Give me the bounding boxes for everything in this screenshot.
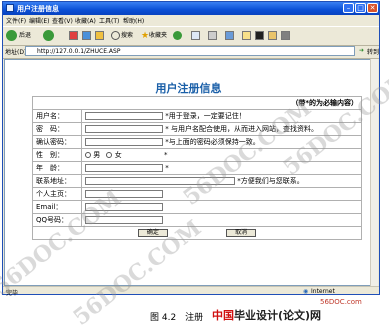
form-row-age: 年 龄： * (32, 161, 362, 175)
gender-male-label: 男 (93, 151, 101, 159)
status-text: 完毕 (6, 290, 19, 297)
username-input[interactable] (85, 112, 163, 120)
menu-tools[interactable]: 工具(T) (99, 16, 119, 25)
ie-icon (6, 4, 14, 12)
back-icon[interactable] (6, 30, 17, 41)
address-bar: 地址(D) http://127.0.0.1/ZHUCE.ASP ➜ 转到 (3, 45, 379, 59)
forward-icon[interactable] (43, 30, 54, 41)
go-button[interactable]: 转到 (367, 47, 379, 56)
go-arrow-icon[interactable]: ➜ (359, 47, 364, 54)
register-form: （带*的为必输内容） 用户名： *用于登录，一定要记住！ 密 码： * 与用户名… (32, 96, 362, 240)
confirm-password-label: 确认密码： (32, 135, 82, 149)
age-input[interactable] (85, 164, 163, 172)
refresh-icon[interactable] (82, 31, 91, 40)
form-row-gender: 性 别： 男 女 * (32, 148, 362, 162)
email-label: Email： (32, 200, 82, 214)
zone-label: Internet (311, 288, 335, 295)
address-field-label: 联系地址： (32, 174, 82, 188)
page-title: 用户注册信息 (155, 82, 222, 95)
internet-zone-icon: ◉ (303, 288, 309, 295)
password-note: * 与用户名配合使用，从而进入网站，查找资料。 (165, 125, 318, 133)
form-row-username: 用户名： *用于登录，一定要记住！ (32, 109, 362, 123)
figure-caption: 图 4.2 注册 (150, 313, 204, 323)
form-row-qq: QQ号码： (32, 213, 362, 227)
media-icon[interactable] (255, 31, 264, 40)
star-icon[interactable]: ★ (141, 30, 149, 42)
cancel-button[interactable]: 取消 (226, 229, 257, 237)
homepage-input[interactable] (85, 190, 163, 198)
confirm-password-note: *与上面的密码必须保持一致。 (165, 138, 260, 146)
minimize-button[interactable]: – (343, 3, 354, 13)
gender-female-label: 女 (114, 151, 122, 159)
vertical-scrollbar[interactable] (370, 59, 378, 286)
mail-icon[interactable] (191, 31, 200, 40)
confirm-password-input[interactable] (85, 138, 163, 146)
browser-window: 用户注册信息 – □ ✕ 文件(F) 编辑(E) 查看(V) 收藏(A) 工具(… (2, 1, 380, 297)
print-icon[interactable] (208, 31, 217, 40)
email-input[interactable] (85, 203, 163, 211)
logo-text: 毕业设计(论文)网 (234, 309, 322, 322)
homepage-label: 个人主页： (32, 187, 82, 201)
form-header-row: （带*的为必输内容） (32, 96, 362, 110)
menu-bar: 文件(F) 编辑(E) 查看(V) 收藏(A) 工具(T) 帮助(H) (3, 15, 379, 25)
contact-address-note: *方便我们与您联系。 (237, 177, 304, 185)
form-row-confirm: 确认密码： *与上面的密码必须保持一致。 (32, 135, 362, 149)
submit-button[interactable]: 确定 (137, 229, 168, 237)
form-row-email: Email： (32, 200, 362, 214)
title-bar: 用户注册信息 – □ ✕ (3, 2, 379, 15)
home-icon[interactable] (95, 31, 104, 40)
logo-red-text: 中国 (212, 309, 234, 322)
site-logo: 中国毕业设计(论文)网 (212, 307, 321, 323)
age-note: * (165, 164, 169, 172)
stop-icon[interactable] (69, 31, 78, 40)
required-note: （带*的为必输内容） (32, 96, 362, 110)
site-url: 56DOC.com (320, 298, 362, 306)
contact-address-input[interactable] (85, 177, 235, 185)
edit-icon[interactable] (225, 31, 234, 40)
age-label: 年 龄： (32, 161, 82, 175)
form-row-address: 联系地址： *方便我们与您联系。 (32, 174, 362, 188)
form-row-buttons: 确定 取消 (32, 226, 362, 240)
menu-favorites[interactable]: 收藏(A) (75, 16, 96, 25)
search-label[interactable]: 搜索 (121, 30, 133, 42)
menu-edit[interactable]: 编辑(E) (29, 16, 49, 25)
gender-male-radio[interactable] (85, 152, 91, 158)
username-label: 用户名： (32, 109, 82, 123)
history-icon[interactable] (173, 31, 182, 40)
menu-file[interactable]: 文件(F) (6, 16, 26, 25)
close-button[interactable]: ✕ (367, 3, 378, 13)
messenger-icon[interactable] (268, 31, 277, 40)
menu-view[interactable]: 查看(V) (52, 16, 73, 25)
password-label: 密 码： (32, 122, 82, 136)
address-value: http://127.0.0.1/ZHUCE.ASP (37, 48, 121, 55)
qq-label: QQ号码： (32, 213, 82, 227)
address-label: 地址(D) (5, 49, 27, 56)
password-input[interactable] (85, 125, 163, 133)
folder-icon[interactable] (242, 31, 251, 40)
maximize-button[interactable]: □ (355, 3, 366, 13)
gender-label: 性 别： (32, 148, 82, 162)
gender-note: * (163, 151, 168, 159)
gender-female-radio[interactable] (106, 152, 113, 158)
page-content: 用户注册信息 （带*的为必输内容） 用户名： *用于登录，一定要记住！ 密 码：… (4, 59, 371, 286)
search-icon[interactable] (111, 31, 120, 40)
back-label[interactable]: 后退 (19, 30, 31, 42)
form-row-password: 密 码： * 与用户名配合使用，从而进入网站，查找资料。 (32, 122, 362, 136)
window-title: 用户注册信息 (17, 5, 59, 13)
menu-help[interactable]: 帮助(H) (123, 16, 144, 25)
toolbar: 后退 搜索 ★ 收藏夹 (3, 26, 379, 46)
tools-icon[interactable] (281, 31, 290, 40)
form-row-homepage: 个人主页： (32, 187, 362, 201)
status-bar: 完毕 ◉ Internet (3, 286, 379, 297)
favorites-label[interactable]: 收藏夹 (149, 30, 167, 42)
qq-input[interactable] (85, 216, 163, 224)
username-note: *用于登录，一定要记住！ (165, 112, 246, 120)
address-input[interactable]: http://127.0.0.1/ZHUCE.ASP (25, 46, 355, 56)
